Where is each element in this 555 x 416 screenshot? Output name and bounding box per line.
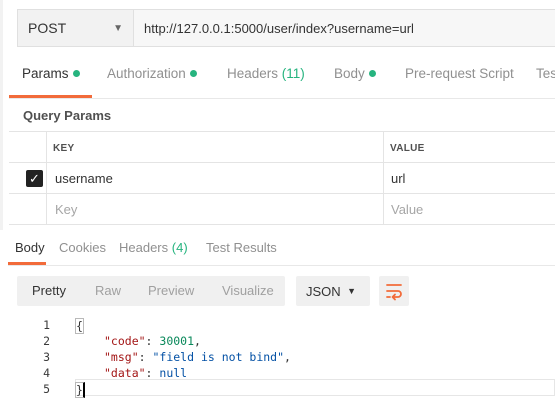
tabs-divider: [8, 265, 555, 266]
table-border: [9, 224, 555, 225]
column-header-value: VALUE: [390, 143, 425, 154]
view-pretty-button[interactable]: Pretty: [32, 276, 66, 306]
json-sep: :: [138, 350, 153, 364]
tab-label: Params: [22, 66, 69, 81]
wrap-lines-icon: [386, 284, 402, 301]
line-number: 5: [43, 382, 50, 396]
tab-pre-request-script[interactable]: Pre-request Script: [405, 66, 514, 81]
close-brace: }: [75, 382, 85, 398]
table-border: [9, 131, 555, 132]
tab-label: Body: [334, 66, 365, 81]
response-tab-headers[interactable]: Headers (4): [119, 240, 188, 255]
wrap-lines-button[interactable]: [379, 276, 409, 306]
column-divider: [383, 131, 384, 224]
tab-headers[interactable]: Headers (11): [227, 66, 305, 81]
status-dot-icon: [368, 70, 376, 77]
tab-label: Authorization: [107, 66, 186, 81]
param-value-cell[interactable]: url: [391, 171, 405, 186]
caret-down-icon: ▼: [113, 22, 123, 34]
url-text: http://127.0.0.1:5000/user/index?usernam…: [144, 20, 414, 36]
tab-count: (4): [171, 240, 188, 255]
json-value: 30001: [159, 334, 195, 348]
caret-down-icon: ▼: [347, 286, 356, 296]
view-visualize-button[interactable]: Visualize: [222, 276, 274, 306]
tab-tests[interactable]: Tes: [536, 66, 555, 81]
url-input[interactable]: http://127.0.0.1:5000/user/index?usernam…: [133, 9, 555, 47]
method-label: POST: [28, 20, 67, 36]
json-sep: :: [145, 366, 160, 380]
view-raw-button[interactable]: Raw: [95, 276, 121, 306]
method-select[interactable]: POST ▼: [17, 9, 133, 47]
json-value: null: [159, 366, 188, 380]
open-brace: {: [75, 318, 84, 334]
code-line: "msg": "field is not bind",: [104, 350, 291, 364]
line-number: 3: [43, 350, 50, 364]
tabs-divider: [9, 98, 555, 99]
format-label: JSON: [306, 283, 341, 299]
json-key: "data": [104, 366, 146, 380]
json-trail: ,: [284, 350, 291, 364]
status-dot-icon: [189, 70, 197, 77]
code-line: "code": 30001,: [104, 334, 201, 348]
tab-label: Headers: [227, 66, 279, 81]
section-title: Query Params: [23, 108, 112, 123]
left-edge: [0, 0, 3, 230]
new-key-input[interactable]: Key: [55, 202, 77, 217]
tab-label: Headers: [119, 240, 169, 255]
param-key-cell[interactable]: username: [55, 171, 113, 186]
view-mode-group: Pretty Raw Preview Visualize: [17, 276, 285, 306]
response-tab-test-results[interactable]: Test Results: [206, 240, 277, 255]
table-border: [9, 162, 555, 163]
status-dot-icon: [72, 70, 80, 77]
table-border: [9, 193, 555, 194]
tab-params[interactable]: Params: [22, 66, 80, 81]
tab-count: (11): [281, 66, 305, 81]
tab-label: Tes: [536, 66, 555, 81]
response-tab-body[interactable]: Body: [15, 240, 45, 255]
tab-authorization[interactable]: Authorization: [107, 66, 197, 81]
json-key: "msg": [104, 350, 139, 364]
json-key: "code": [104, 334, 146, 348]
column-header-key: KEY: [53, 143, 75, 154]
request-tabs: Params Authorization Headers (11) Body P…: [0, 66, 555, 98]
param-enabled-checkbox[interactable]: ✓: [26, 170, 43, 187]
line-number: 2: [43, 334, 50, 348]
tab-body[interactable]: Body: [334, 66, 376, 81]
json-trail: ,: [194, 334, 201, 348]
json-value: "field is not bind": [152, 350, 285, 364]
new-value-input[interactable]: Value: [391, 202, 423, 217]
current-line-highlight: [75, 379, 555, 396]
response-tab-cookies[interactable]: Cookies: [59, 240, 106, 255]
code-line: "data": null: [104, 366, 187, 380]
tab-label: Pre-request Script: [405, 66, 514, 81]
active-tab-indicator: [8, 262, 46, 265]
active-tab-indicator: [9, 95, 92, 98]
line-number: 1: [43, 318, 50, 332]
column-divider: [46, 131, 47, 224]
json-sep: :: [145, 334, 160, 348]
line-number: 4: [43, 366, 50, 380]
format-select[interactable]: JSON ▼: [296, 276, 370, 306]
view-preview-button[interactable]: Preview: [148, 276, 194, 306]
